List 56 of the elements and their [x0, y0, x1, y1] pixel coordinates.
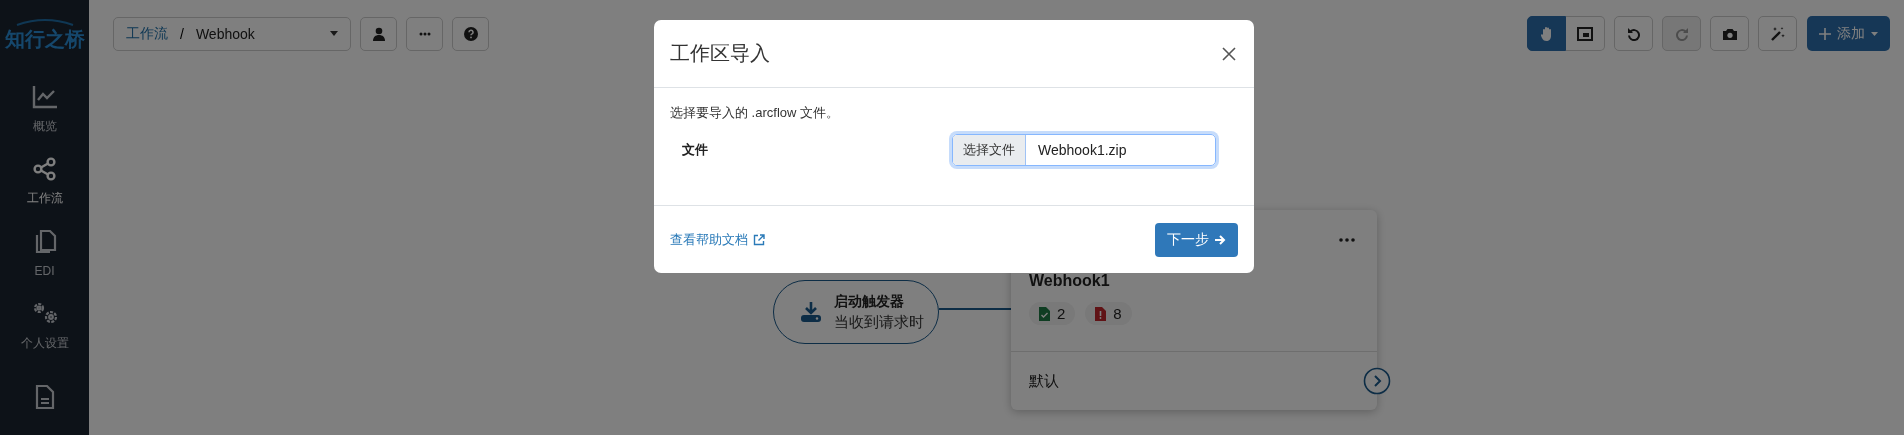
line-chart-icon	[31, 85, 58, 110]
sidebar-item[interactable]: 个人设置	[0, 294, 89, 359]
next-button[interactable]: 下一步	[1155, 222, 1238, 257]
camera-icon	[1721, 26, 1738, 41]
hand-icon	[1539, 25, 1554, 42]
add-button[interactable]: 添加	[1807, 16, 1890, 51]
dialog-title: 工作区导入	[670, 41, 770, 66]
sidebar-item[interactable]: 工作流	[0, 151, 89, 214]
arrow-right-icon	[1214, 233, 1226, 246]
node-title: 启动触发器	[834, 292, 905, 311]
file-alert-icon	[1095, 306, 1107, 321]
arc-icon	[14, 18, 75, 26]
external-link-icon	[753, 233, 765, 246]
redo-icon	[1674, 26, 1689, 41]
user-button[interactable]	[360, 16, 397, 51]
dialog-description: 选择要导入的 .arcflow 文件。	[670, 104, 840, 122]
route-label: 默认	[1029, 371, 1059, 391]
file-check-icon	[1039, 306, 1050, 321]
undo-button[interactable]	[1614, 16, 1653, 51]
document-icon	[33, 383, 56, 410]
error-count-badge: 8	[1085, 302, 1132, 325]
help-icon	[463, 26, 478, 41]
help-button[interactable]	[452, 16, 489, 51]
fit-screen-icon	[1577, 26, 1593, 41]
ellipsis-icon	[418, 31, 431, 36]
connector-line	[939, 308, 1011, 310]
user-icon	[371, 26, 386, 41]
share-icon	[32, 157, 57, 182]
caret-icon	[330, 31, 338, 36]
file-name: Webhook1.zip	[1037, 141, 1128, 160]
node-subtitle: 当收到请求时	[834, 312, 924, 332]
choose-file-button[interactable]: 选择文件	[953, 135, 1026, 165]
breadcrumb-separator: /	[180, 25, 184, 42]
sidebar-item[interactable]: 概览	[0, 79, 89, 142]
pan-tool-button[interactable]	[1527, 16, 1566, 51]
close-icon[interactable]	[1222, 46, 1236, 61]
plus-icon	[1819, 27, 1831, 40]
card-title: Webhook1	[1029, 272, 1110, 290]
breadcrumb-link[interactable]: 工作流	[126, 24, 168, 43]
breadcrumb-current: Webhook	[195, 25, 256, 42]
magic-wand-icon	[1769, 25, 1786, 42]
file-input[interactable]: 选择文件 Webhook1.zip	[952, 134, 1216, 166]
fit-view-button[interactable]	[1566, 16, 1605, 51]
workflow-dropdown[interactable]: 工作流 / Webhook	[113, 16, 351, 51]
help-link[interactable]: 查看帮助文档	[670, 230, 765, 249]
sidebar-item[interactable]: EDI	[0, 223, 89, 285]
caret-icon	[1871, 31, 1878, 36]
trigger-node[interactable]: 启动触发器 当收到请求时	[773, 280, 939, 344]
ellipsis-icon[interactable]	[1339, 238, 1355, 242]
download-icon	[800, 301, 822, 323]
field-label: 文件	[681, 141, 709, 159]
camera-button[interactable]	[1710, 16, 1749, 51]
success-count-badge: 2	[1029, 302, 1076, 325]
chevron-right-icon[interactable]	[1363, 367, 1391, 395]
undo-icon	[1626, 26, 1641, 41]
wand-button[interactable]	[1758, 16, 1797, 51]
